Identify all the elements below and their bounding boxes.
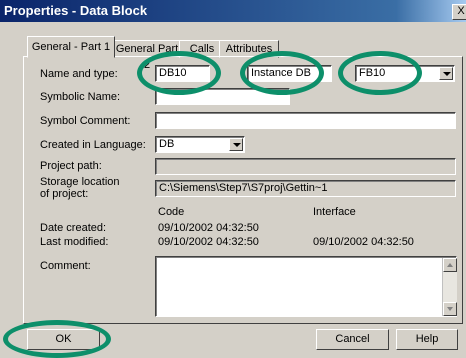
project-path-field xyxy=(155,158,456,175)
project-path-label: Project path: xyxy=(40,160,102,172)
title-bar[interactable]: Properties - Data Block X xyxy=(0,0,466,22)
scroll-down-icon[interactable] xyxy=(443,302,457,316)
highlight-ring-fb xyxy=(338,51,422,95)
chevron-down-icon[interactable] xyxy=(229,138,243,151)
storage-label-line2: of project: xyxy=(40,188,89,200)
close-button[interactable]: X xyxy=(452,4,466,20)
highlight-ring-ok xyxy=(3,320,111,358)
storage-location-field: C:\Siemens\Step7\S7proj\Gettin~1 xyxy=(155,180,456,197)
last-modified-code: 09/10/2002 04:32:50 xyxy=(158,236,259,248)
date-created-label: Date created: xyxy=(40,222,107,234)
date-created-code: 09/10/2002 04:32:50 xyxy=(158,222,259,234)
cancel-button[interactable]: Cancel xyxy=(316,329,389,350)
comment-label: Comment: xyxy=(40,260,91,272)
interface-header: Interface xyxy=(313,206,356,218)
last-modified-interface: 09/10/2002 04:32:50 xyxy=(313,236,414,248)
symbol-comment-field[interactable] xyxy=(155,112,456,129)
highlight-ring-block-type xyxy=(240,51,324,95)
symbol-comment-label: Symbol Comment: xyxy=(40,115,131,127)
highlight-ring-block-name xyxy=(137,51,221,95)
chevron-down-icon[interactable] xyxy=(439,67,453,80)
code-header: Code xyxy=(158,206,185,218)
comment-scrollbar[interactable] xyxy=(442,258,457,316)
help-button[interactable]: Help xyxy=(396,329,458,350)
created-language-value: DB xyxy=(159,138,175,150)
storage-label-line1: Storage location xyxy=(40,176,120,188)
created-language-dropdown[interactable]: DB xyxy=(155,136,245,153)
tab-general-part-1[interactable]: General - Part 1 xyxy=(27,36,115,58)
name-type-label: Name and type: xyxy=(40,68,118,80)
last-modified-label: Last modified: xyxy=(40,236,109,248)
created-language-label: Created in Language: xyxy=(40,139,146,151)
window-title: Properties - Data Block xyxy=(4,3,148,18)
properties-dialog: Properties - Data Block X General - Part… xyxy=(0,0,466,358)
storage-location-label: Storage location of project: xyxy=(40,176,120,200)
symbolic-name-label: Symbolic Name: xyxy=(40,91,121,103)
comment-textarea[interactable] xyxy=(155,256,457,317)
scroll-up-icon[interactable] xyxy=(443,258,457,272)
